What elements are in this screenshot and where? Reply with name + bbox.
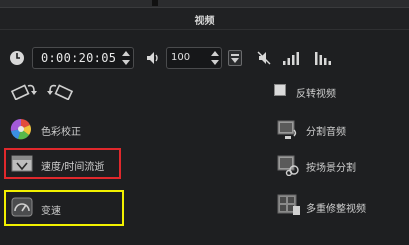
top-strip: [0, 0, 409, 8]
volume-dropdown-button[interactable]: [228, 50, 242, 66]
speaker-icon[interactable]: [145, 50, 161, 66]
fade-out-icon[interactable]: [315, 51, 335, 65]
speed-time-lapse-label[interactable]: 速度/时间流逝: [41, 158, 104, 173]
fade-in-icon[interactable]: [283, 51, 303, 65]
color-correct-label[interactable]: 色彩校正: [41, 123, 81, 138]
volume-down-arrow-icon[interactable]: [211, 60, 219, 65]
volume-value: 100: [171, 52, 191, 63]
chevron-down-icon: [231, 58, 239, 63]
multi-trim-label[interactable]: 多重修整视频: [306, 200, 366, 215]
split-by-scene-label[interactable]: 按场景分割: [306, 159, 356, 174]
duration-timecode-field[interactable]: 0:00:20:05: [32, 47, 134, 69]
color-wheel-icon[interactable]: [10, 118, 32, 140]
clock-icon: [10, 51, 24, 65]
reverse-video-label[interactable]: 反转视频: [296, 85, 336, 100]
variable-speed-label[interactable]: 变速: [41, 202, 61, 217]
mute-icon[interactable]: [256, 50, 272, 66]
split-audio-icon[interactable]: [277, 118, 299, 140]
timecode-down-arrow-icon[interactable]: [122, 60, 130, 65]
split-audio-label[interactable]: 分割音频: [306, 123, 346, 138]
reverse-video-checkbox[interactable]: [274, 84, 286, 96]
timecode-stepper[interactable]: [121, 49, 131, 67]
speedometer-icon[interactable]: [11, 197, 33, 217]
dropdown-bar: [231, 54, 239, 56]
split-by-scene-icon[interactable]: [277, 154, 301, 176]
panel-title: 视频: [194, 16, 215, 27]
top-strip-nub: [152, 0, 158, 6]
header-divider: [0, 29, 409, 30]
rotate-left-icon[interactable]: [10, 82, 38, 100]
speed-time-lapse-icon[interactable]: [11, 153, 33, 173]
controls-row: 0:00:20:05 100: [0, 44, 409, 74]
volume-stepper[interactable]: [210, 49, 220, 67]
timecode-value: 0:00:20:05: [41, 51, 117, 65]
panel-header: 视频: [0, 8, 409, 30]
timecode-up-arrow-icon[interactable]: [122, 51, 130, 56]
rotate-right-icon[interactable]: [46, 82, 74, 100]
volume-up-arrow-icon[interactable]: [211, 51, 219, 56]
multi-trim-icon[interactable]: [277, 194, 301, 216]
